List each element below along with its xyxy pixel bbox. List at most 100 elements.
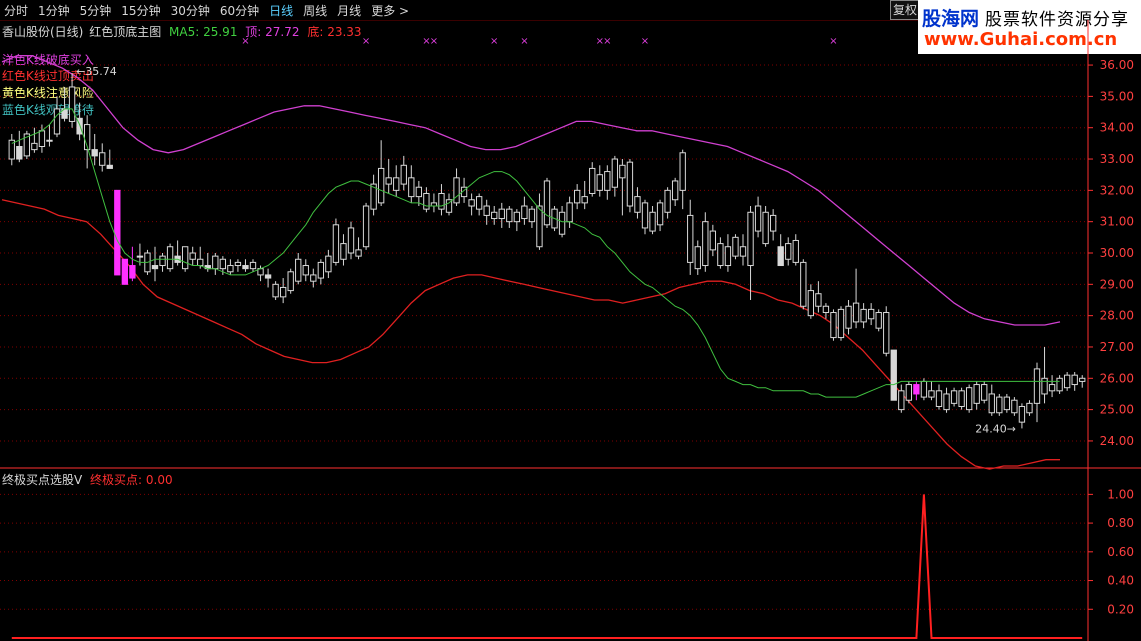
high-annotation: ←35.74	[76, 65, 117, 78]
candle-body	[234, 261, 242, 267]
candle-body	[249, 261, 257, 270]
candle-body	[106, 164, 113, 169]
candle-body	[988, 393, 995, 414]
candle-body	[1063, 374, 1071, 389]
candle-body	[732, 236, 739, 257]
candle-body	[332, 224, 340, 263]
low-annotation: 24.40→	[975, 422, 1016, 435]
annotations: ←35.74 24.40→	[76, 65, 1016, 435]
candle-body	[724, 246, 732, 267]
candle-body	[99, 152, 106, 166]
candle-body	[159, 255, 166, 267]
candle-body	[197, 258, 204, 267]
candle-body	[875, 312, 882, 329]
candles	[8, 73, 1086, 429]
candle-body	[905, 384, 913, 401]
sub-tick-label: 0.80	[1107, 516, 1134, 530]
candle-body	[626, 161, 634, 207]
candle-body	[227, 265, 234, 273]
candle-body	[890, 349, 897, 401]
price-tick-label: 31.00	[1100, 215, 1134, 229]
candle-body	[830, 312, 837, 339]
candle-body	[1011, 399, 1018, 414]
candle-body	[852, 302, 860, 323]
top-marker: ×	[362, 36, 370, 47]
candle-body	[1056, 377, 1063, 392]
candle-body	[777, 246, 784, 267]
candle-body	[898, 390, 905, 411]
chart-canvas: 36.00 35.00 34.00 33.00 32.00 31.00 30.00 29.00…	[0, 20, 1141, 641]
price-tick-label: 26.00	[1100, 371, 1134, 385]
candle-body	[393, 177, 400, 191]
price-tick-label: 34.00	[1100, 121, 1134, 135]
candle-body	[815, 293, 822, 307]
candle-body	[136, 255, 144, 258]
candle-body	[151, 265, 159, 270]
candle-body	[302, 265, 309, 276]
candle-body	[935, 390, 943, 407]
candle-body	[498, 208, 505, 220]
candle-body	[536, 205, 543, 248]
candle-body	[709, 230, 717, 251]
candle-body	[347, 227, 355, 254]
price-tick-label: 33.00	[1100, 152, 1134, 166]
candle-body	[385, 177, 392, 185]
price-tick-label: 25.00	[1100, 403, 1134, 417]
candle-body	[867, 308, 875, 320]
candle-body	[950, 390, 958, 404]
candle-body	[641, 202, 649, 229]
candle-body	[317, 261, 325, 279]
price-axis: 36.00 35.00 34.00 33.00 32.00 31.00 30.00 29.00…	[0, 20, 1141, 641]
candle-body	[1018, 405, 1026, 423]
candle-body	[785, 243, 792, 260]
top-marker: ×	[603, 36, 611, 47]
candle-body	[589, 167, 596, 194]
candle-body	[611, 158, 619, 188]
candle-body	[310, 274, 317, 282]
candle-body	[1026, 402, 1033, 414]
candle-body	[423, 192, 430, 210]
candle-body	[958, 390, 965, 407]
candle-body	[453, 177, 460, 204]
candle-body	[506, 208, 513, 223]
candle-body	[91, 149, 98, 157]
candle-body	[822, 305, 830, 314]
candle-body	[762, 211, 769, 245]
candle-body	[468, 199, 475, 207]
candle-body	[377, 167, 385, 204]
candle-body	[1033, 368, 1041, 404]
sub-chart: 1.00 0.80 0.60 0.40 0.20	[0, 487, 1134, 639]
candle-body	[965, 387, 973, 411]
candle-body	[272, 283, 279, 298]
candle-body	[860, 308, 867, 323]
candle-body	[38, 130, 46, 148]
candle-body	[596, 174, 603, 191]
top-marker: ×	[490, 36, 498, 47]
candle-body	[883, 312, 890, 354]
candle-body	[189, 252, 196, 260]
candle-body	[800, 261, 807, 307]
sub-tick-label: 0.40	[1107, 574, 1134, 588]
candle-body	[747, 211, 754, 267]
candle-body	[754, 205, 762, 232]
candle-body	[264, 274, 272, 279]
candle-body	[68, 86, 76, 122]
top-marker: ×	[641, 36, 649, 47]
candle-body	[996, 396, 1003, 414]
candle-body	[664, 189, 671, 213]
candle-body	[438, 192, 445, 210]
price-tick-label: 24.00	[1100, 434, 1134, 448]
price-tick-label: 32.00	[1100, 183, 1134, 197]
candle-body	[1079, 377, 1086, 382]
candle-body	[792, 239, 799, 263]
price-tick-label: 30.00	[1100, 246, 1134, 260]
price-tick-label: 29.00	[1100, 277, 1134, 291]
candle-body	[566, 202, 573, 223]
candle-body	[483, 205, 490, 216]
price-tick-label: 35.00	[1100, 89, 1134, 103]
candle-body	[656, 202, 664, 226]
candle-body	[400, 164, 407, 185]
candle-body	[521, 205, 528, 220]
candle-body	[219, 258, 227, 270]
candle-body	[845, 305, 852, 329]
